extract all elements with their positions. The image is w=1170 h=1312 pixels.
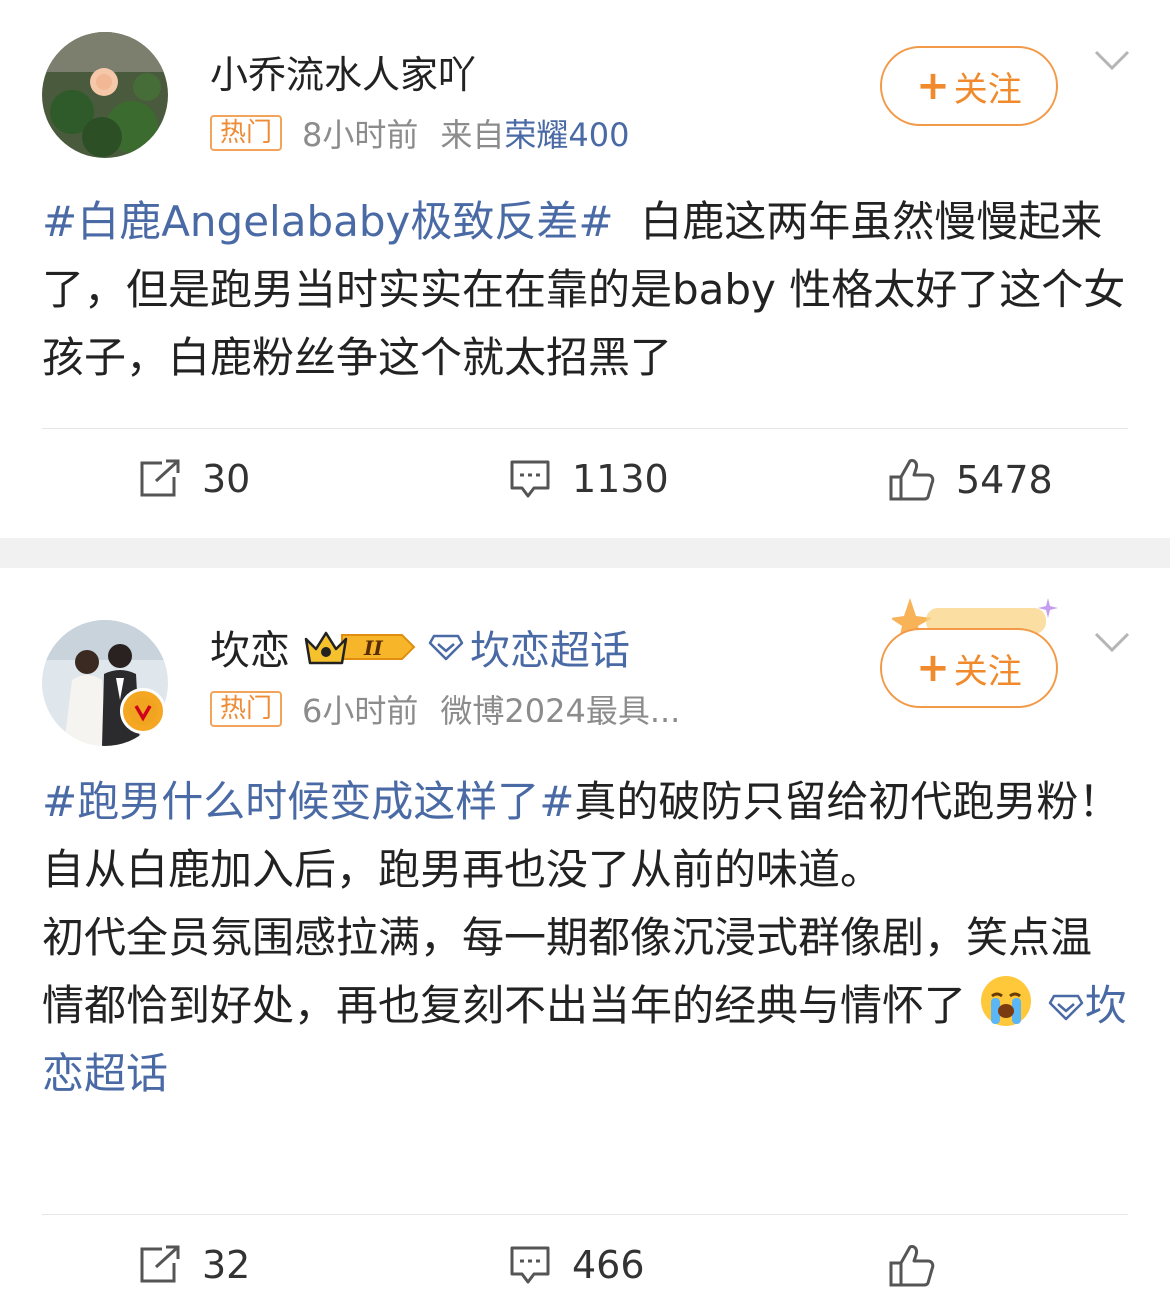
post-source: 微博2024最具... — [440, 692, 681, 730]
vip-crown-icon: II — [304, 631, 416, 665]
plus-icon: + — [916, 63, 950, 109]
username-row: 坎恋 II 坎恋超话 — [210, 618, 630, 676]
post-separator — [0, 538, 1170, 568]
comment-button[interactable]: 1130 — [508, 457, 669, 501]
follow-label: 关注 — [953, 69, 1022, 110]
supertopic-link[interactable]: 坎恋超话 — [428, 618, 630, 676]
repost-icon — [140, 459, 180, 497]
repost-button[interactable]: 30 — [138, 457, 250, 501]
supertopic-label: 坎恋超话 — [470, 628, 630, 674]
comment-button[interactable]: 466 — [508, 1243, 645, 1287]
weibo-post: 坎恋 II 坎恋超话 热门 6小时前 微博2024最具... + 关注 #跑男什… — [0, 568, 1170, 1312]
diamond-icon — [1048, 994, 1083, 1021]
like-button[interactable]: 5478 — [888, 457, 1053, 503]
like-count: 5478 — [956, 458, 1053, 502]
post-text-line2: 初代全员氛围感拉满，每一期都像沉浸式群像剧，笑点温情都恰到好处，再也复刻不出当年… — [42, 913, 1093, 1030]
diamond-icon — [428, 634, 464, 661]
repost-icon — [140, 1245, 180, 1283]
chevron-down-icon[interactable] — [1092, 48, 1132, 72]
plus-icon: + — [916, 645, 950, 691]
hot-badge: 热门 — [210, 115, 283, 151]
like-button[interactable] — [888, 1243, 956, 1289]
post-content: #跑男什么时候变成这样了#真的破防只留给初代跑男粉！自从白鹿加入后，跑男再也没了… — [42, 768, 1132, 1108]
hot-badge: 热门 — [210, 691, 283, 727]
comment-count: 466 — [572, 1243, 645, 1287]
action-bar: 30 1130 5478 — [42, 428, 1128, 538]
avatar[interactable] — [42, 32, 168, 158]
comment-icon — [510, 460, 550, 498]
weibo-post: 小乔流水人家吖 热门 8小时前 来自 荣耀400 + 关注 #白鹿Angelab… — [0, 0, 1170, 538]
topic-link[interactable]: #跑男什么时候变成这样了# — [42, 777, 574, 826]
post-content: #白鹿Angelababy极致反差# 白鹿这两年虽然慢慢起来了，但是跑男当时实实… — [42, 188, 1132, 392]
comment-icon — [510, 1246, 550, 1284]
follow-button[interactable]: + 关注 — [880, 628, 1058, 708]
repost-count: 32 — [202, 1243, 251, 1287]
username[interactable]: 小乔流水人家吖 — [210, 44, 476, 99]
source-device[interactable]: 荣耀400 — [504, 110, 629, 156]
action-bar: 32 466 — [42, 1214, 1128, 1312]
post-meta: 热门 8小时前 来自 荣耀400 — [210, 110, 630, 156]
comment-count: 1130 — [572, 457, 669, 501]
username[interactable]: 坎恋 — [210, 618, 290, 676]
thumbs-up-icon — [889, 1245, 935, 1287]
crying-emoji-icon — [981, 976, 1032, 1026]
post-time: 8小时前 — [302, 116, 419, 154]
topic-link[interactable]: #白鹿Angelababy极致反差# — [42, 197, 614, 246]
post-time: 6小时前 — [302, 692, 419, 730]
post-meta: 热门 6小时前 微博2024最具... — [210, 686, 680, 732]
chevron-down-icon[interactable] — [1092, 630, 1132, 654]
vip-level-text: II — [363, 636, 383, 660]
follow-label: 关注 — [953, 651, 1022, 692]
follow-button[interactable]: + 关注 — [880, 46, 1058, 126]
repost-count: 30 — [202, 457, 251, 501]
verified-badge-icon — [120, 688, 166, 734]
thumbs-up-icon — [889, 459, 935, 501]
source-prefix: 来自 — [440, 116, 505, 154]
repost-button[interactable]: 32 — [138, 1243, 250, 1287]
